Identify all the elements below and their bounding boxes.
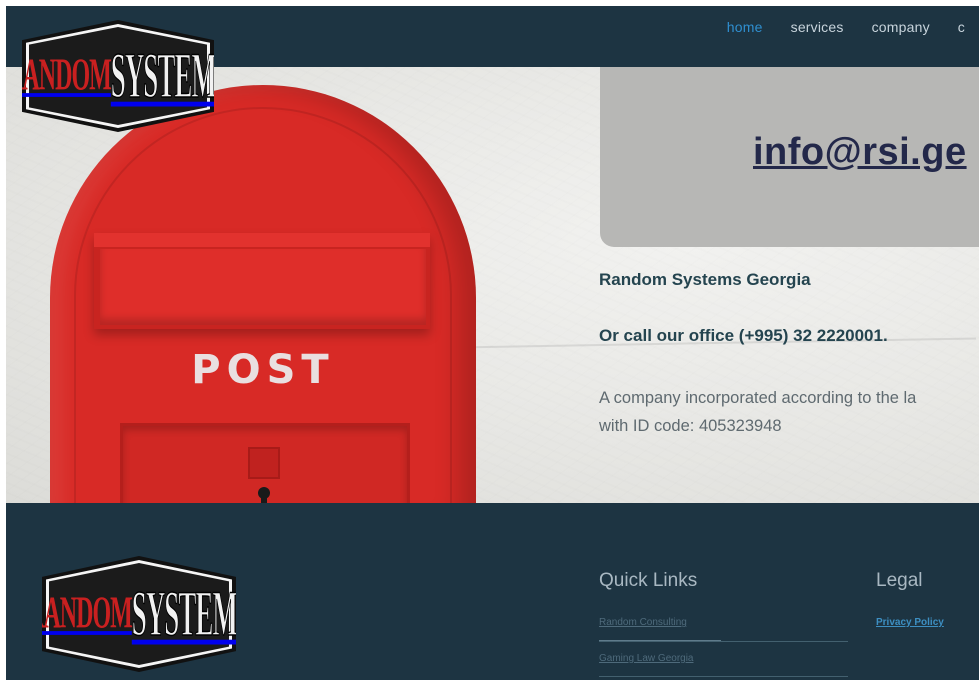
quick-links-divider (599, 641, 848, 642)
mailbox-label: POST (191, 347, 335, 393)
registration-line-1: A company incorporated according to the … (599, 389, 917, 407)
office-phone-text: Or call our office (+995) 32 2220001. (599, 326, 888, 345)
header-logo[interactable]: RANDOM SYSTEMS (22, 20, 214, 132)
quick-link-gaming-law[interactable]: Gaming Law Georgia (599, 653, 694, 664)
nav-contact[interactable]: c (944, 19, 979, 35)
mailbox-lock-plate (248, 447, 280, 479)
quick-links-heading: Quick Links (599, 570, 698, 591)
mailbox-image: POST (50, 85, 476, 503)
logo-text-systems: SYSTEMS (131, 576, 236, 649)
nav-home[interactable]: home (713, 19, 777, 35)
nav-company[interactable]: company (858, 19, 944, 35)
logo-wordmark: RANDOM SYSTEMS (22, 42, 214, 108)
keyhole-icon (256, 487, 272, 503)
quick-links-divider (599, 676, 848, 677)
mailbox-slot-flap (100, 249, 426, 325)
logo-wordmark: RANDOM SYSTEMS (42, 580, 236, 646)
footer-logo[interactable]: RANDOM SYSTEMS (42, 556, 236, 672)
quick-link-random-consulting[interactable]: Random Consulting (599, 617, 687, 628)
registration-line-2: with ID code: 405323948 (599, 417, 782, 435)
logo-text-random: RANDOM (42, 589, 133, 639)
legal-heading: Legal (876, 570, 923, 591)
contact-email-panel: info@rsi.ge (600, 67, 979, 247)
logo-text-random: RANDOM (22, 51, 112, 101)
contact-email-link[interactable]: info@rsi.ge (753, 131, 967, 174)
nav-services[interactable]: services (777, 19, 858, 35)
logo-text-systems: SYSTEMS (110, 38, 214, 111)
privacy-policy-link[interactable]: Privacy Policy (876, 617, 944, 628)
company-registration-text: A company incorporated according to the … (599, 384, 979, 440)
main-nav: home services company c (713, 19, 979, 35)
mailbox-slot-lip (94, 233, 430, 247)
company-name: Random Systems Georgia (599, 270, 811, 289)
